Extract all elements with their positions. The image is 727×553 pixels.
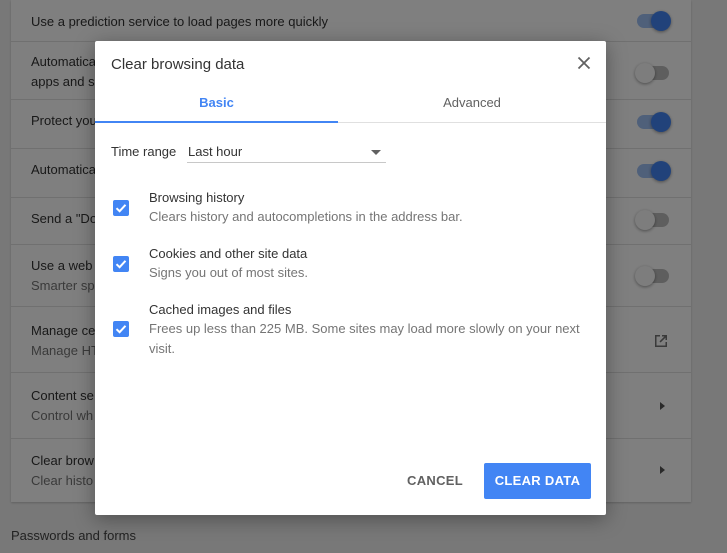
option-description: Signs you out of most sites. <box>149 265 308 280</box>
close-icon <box>577 56 591 70</box>
checkmark-icon <box>115 204 127 213</box>
clear-browsing-data-dialog: Clear browsing data Basic Advanced Time … <box>95 41 606 515</box>
cached-images-checkbox[interactable] <box>113 321 129 337</box>
dialog-title: Clear browsing data <box>111 56 245 73</box>
time-range-select[interactable]: Last hour <box>187 139 386 163</box>
tab-bar: Basic Advanced <box>95 85 606 123</box>
time-range-label: Time range <box>111 144 177 159</box>
tab-advanced[interactable]: Advanced <box>338 85 606 123</box>
browsing-history-checkbox[interactable] <box>113 200 129 216</box>
clear-data-button[interactable]: CLEAR DATA <box>484 463 591 499</box>
close-button[interactable] <box>574 53 594 73</box>
checkmark-icon <box>115 325 127 334</box>
cookies-checkbox[interactable] <box>113 256 129 272</box>
checkmark-icon <box>115 260 127 269</box>
tab-selected-indicator <box>95 121 338 123</box>
time-range-value: Last hour <box>188 144 243 159</box>
option-description: Frees up less than 225 MB. Some sites ma… <box>149 321 580 356</box>
cancel-button[interactable]: CANCEL <box>398 463 472 499</box>
option-title: Cached images and files <box>149 302 292 317</box>
option-title: Browsing history <box>149 190 245 205</box>
dropdown-arrow-icon <box>371 150 381 155</box>
option-title: Cookies and other site data <box>149 246 308 261</box>
option-description: Clears history and autocompletions in th… <box>149 209 463 224</box>
tab-basic[interactable]: Basic <box>95 85 338 123</box>
